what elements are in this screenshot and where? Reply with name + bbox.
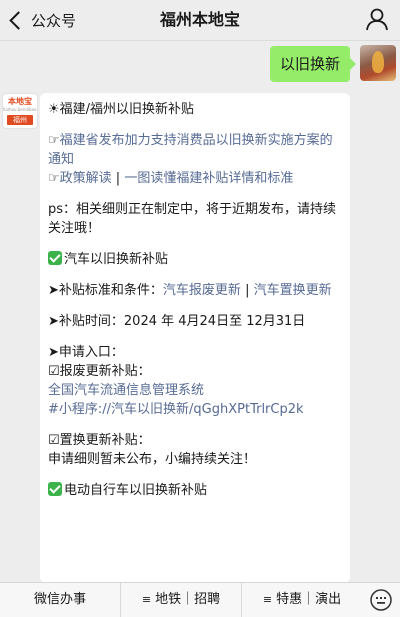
car-heading-text: 汽车以旧换新补贴 [64, 252, 169, 267]
replace-label: 置换更新补贴： [59, 433, 151, 448]
interpretation-line: ☞政策解读 | 一图读懂福建补贴详情和标准 [48, 169, 342, 188]
menu-deals-shows[interactable]: ≡ 特惠｜演出 [242, 583, 362, 617]
bottom-menu-bar: 微信办事 ≡ 地铁｜招聘 ≡ 特惠｜演出 [0, 582, 400, 617]
car-section-heading: 汽车以旧换新补贴 [48, 250, 342, 269]
time-line: ➤补贴时间：2024 年 4月24日至 12月31日 [48, 312, 342, 331]
person-icon[interactable] [364, 6, 390, 32]
entry-line: ➤申请入口： [48, 343, 342, 362]
pointer-glyph: ☞ [48, 171, 60, 186]
menu-list-icon: ≡ [141, 593, 152, 606]
checkbox-glyph: ☑ [48, 364, 60, 379]
chevron-left-icon [9, 10, 28, 30]
logo-url: fuzhou.bendibao.com [3, 107, 38, 112]
checkbox-glyph: ☑ [48, 433, 60, 448]
scrap-label: 报废更新补贴： [59, 364, 151, 379]
menu-label: 特惠｜演出 [276, 592, 342, 607]
ebike-heading-text: 电动自行车以旧换新补贴 [64, 483, 208, 498]
reply-heading: ☀福建/福州以旧换新补贴 [48, 102, 195, 117]
policy-line: ☞福建省发布加力支持消费品以旧换新实施方案的通知 [48, 131, 342, 169]
replace-update-link[interactable]: 汽车置换更新 [254, 283, 332, 298]
top-bar: 公众号 福州本地宝 [0, 0, 400, 41]
check-icon [48, 251, 62, 265]
my-message-bubble[interactable]: 以旧换新 [269, 46, 357, 82]
my-avatar[interactable] [360, 45, 396, 81]
logo-brand: 本地宝 [8, 97, 32, 106]
menu-label: 微信办事 [33, 592, 86, 607]
pointer-glyph: ☞ [48, 133, 60, 148]
replace-subsidy-line: ☑置换更新补贴： [48, 431, 342, 450]
scrap-update-link[interactable]: 汽车报废更新 [163, 283, 241, 298]
arrow-glyph: ➤ [48, 345, 59, 360]
menu-wechat-services[interactable]: 微信办事 [0, 583, 121, 617]
one-chart-link[interactable]: 一图读懂福建补贴详情和标准 [124, 171, 293, 186]
replace-note: 申请细则暂未公布，小编持续关注！ [48, 452, 257, 467]
policy-notice-link[interactable]: 福建省发布加力支持消费品以旧换新实施方案的通知 [48, 133, 333, 167]
standard-label: 补贴标准和条件： [58, 283, 163, 298]
entry-label: 申请入口： [58, 345, 124, 360]
policy-interpretation-link[interactable]: 政策解读 [60, 171, 112, 186]
back-label: 公众号 [31, 11, 77, 30]
ps-note: ps：相关细则正在制定中，将于近期发布，请持续关注哦！ [48, 202, 337, 236]
reply-message-bubble: ☀福建/福州以旧换新补贴 ☞福建省发布加力支持消费品以旧换新实施方案的通知 ☞政… [40, 93, 350, 583]
account-avatar[interactable]: 本地宝 fuzhou.bendibao.com 福州 [2, 93, 38, 129]
keyboard-icon[interactable] [370, 589, 392, 611]
menu-metro-jobs[interactable]: ≡ 地铁｜招聘 [121, 583, 242, 617]
vehicle-system-link[interactable]: 全国汽车流通信息管理系统 [48, 383, 204, 398]
time-text: 补贴时间：2024 年 4月24日至 12月31日 [58, 314, 306, 329]
standard-line: ➤补贴标准和条件：汽车报废更新 | 汽车置换更新 [48, 281, 342, 300]
arrow-glyph: ➤ [48, 314, 59, 329]
menu-list-icon: ≡ [262, 593, 273, 606]
logo-city: 福州 [7, 115, 33, 125]
menu-label: 地铁｜招聘 [155, 592, 221, 607]
avatar-image [372, 51, 384, 73]
separator: | [240, 283, 254, 298]
scrap-subsidy-line: ☑报废更新补贴： [48, 362, 342, 381]
arrow-glyph: ➤ [48, 283, 59, 298]
ebike-section-heading: 电动自行车以旧换新补贴 [48, 481, 342, 500]
miniprogram-link[interactable]: #小程序://汽车以旧换新/qGghXPtTrlrCp2k [48, 402, 304, 417]
separator: | [111, 171, 125, 186]
check-icon [48, 482, 62, 496]
back-button[interactable]: 公众号 [6, 4, 76, 36]
